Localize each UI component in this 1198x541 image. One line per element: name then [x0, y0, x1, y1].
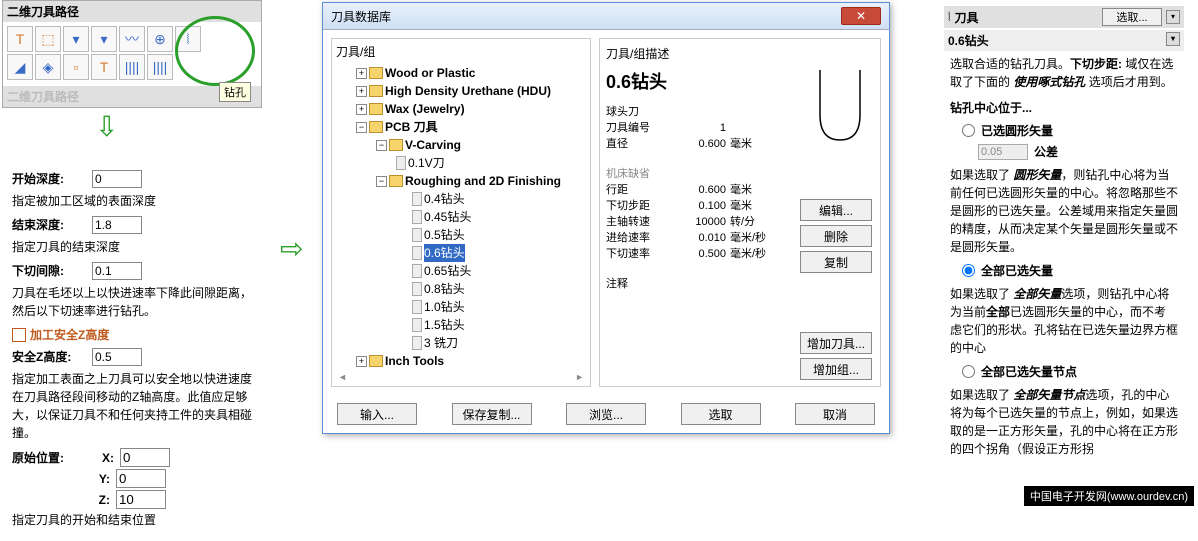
select-button[interactable]: 选取 — [681, 403, 761, 425]
radio-all-vectors[interactable] — [962, 264, 975, 277]
tool-btn-10[interactable]: ▫ — [63, 54, 89, 80]
safez-desc: 指定加工表面之上刀具可以安全地以快进速度在刀具路径段间移动的Z轴高度。此值应足够… — [12, 370, 252, 442]
current-tool-name: 0.6钻头 ▾ — [944, 30, 1184, 51]
import-button[interactable]: 输入... — [337, 403, 417, 425]
arrow-right-icon: ⇨ — [280, 232, 303, 265]
start-depth-desc: 指定被加工区域的表面深度 — [12, 192, 252, 210]
dropdown-icon[interactable]: ▾ — [1166, 32, 1180, 46]
end-depth-label: 结束深度: — [12, 216, 92, 234]
tool-intro-text: 选取合适的钻孔刀具。下切步距: 域仅在选取了下面的 使用啄式钻孔 选项后才用到。 — [944, 51, 1184, 95]
save-copy-button[interactable]: 保存复制... — [452, 403, 532, 425]
dialog-title: 刀具数据库 — [331, 8, 391, 25]
home-label: 原始位置: — [12, 449, 102, 467]
delete-button[interactable]: 删除 — [800, 225, 872, 247]
add-tool-button[interactable]: 增加刀具... — [800, 332, 872, 354]
dialog-button-row: 输入... 保存复制... 浏览... 选取 取消 — [323, 395, 889, 433]
tolerance-input — [978, 144, 1028, 160]
peck-desc: 刀具在毛坯以上以快进速率下降此间隙距离，然后以下切速率进行钻孔。 — [12, 284, 252, 320]
safez-icon — [12, 328, 26, 342]
desc-label: 刀具/组描述 — [606, 45, 874, 62]
center-header: 钻孔中心位于... — [944, 95, 1184, 120]
end-depth-desc: 指定刀具的结束深度 — [12, 238, 252, 256]
tool-btn-6[interactable]: ⊕ — [147, 26, 173, 52]
radio-circle-vectors[interactable] — [962, 124, 975, 137]
tool-btn-1[interactable]: T — [7, 26, 33, 52]
r2-desc: 如果选取了 全部矢量选项，则钻孔中心将为当前全部已选圆形矢量的中心，而不考虑它们… — [944, 281, 1184, 361]
tool-desc-group: 刀具/组描述 0.6钻头 球头刀 刀具编号1 直径0.600毫米 机床缺省 行距… — [599, 38, 881, 387]
drill-tooltip: 钻孔 — [219, 82, 251, 102]
tool-database-dialog: 刀具数据库 ✕ 刀具/组 +Wood or Plastic +High Dens… — [322, 2, 890, 434]
safez-section-header: 加工安全Z高度 — [12, 326, 252, 344]
browse-button[interactable]: 浏览... — [566, 403, 646, 425]
dialog-titlebar: 刀具数据库 ✕ — [323, 3, 889, 30]
toolbar-area: T ⬚ ▾ ▾ 〰 ⊕ ⦚ ◢ ◈ ▫ T |||| |||| 钻孔 — [3, 22, 261, 86]
tool-profile-icon — [810, 65, 870, 145]
r1-desc: 如果选取了 圆形矢量，则钻孔中心将为当前任何已选圆形矢量的中心。将忽略那些不是圆… — [944, 162, 1184, 260]
start-depth-input[interactable] — [92, 170, 142, 188]
peck-input[interactable] — [92, 262, 142, 280]
cancel-button[interactable]: 取消 — [795, 403, 875, 425]
start-depth-label: 开始深度: — [12, 170, 92, 188]
tree-selected: 0.6钻头 — [424, 244, 465, 262]
tool-btn-3[interactable]: ▾ — [63, 26, 89, 52]
home-desc: 指定刀具的开始和结束位置 — [12, 511, 252, 529]
panel-title: 二维刀具路径 — [3, 1, 261, 22]
watermark: 中国电子开发网(www.ourdev.cn) — [1024, 486, 1194, 506]
dropdown-icon[interactable]: ▾ — [1166, 10, 1180, 24]
tool-btn-2[interactable]: ⬚ — [35, 26, 61, 52]
end-depth-input[interactable] — [92, 216, 142, 234]
tool-btn-11[interactable]: T — [91, 54, 117, 80]
drill-button[interactable]: ⦚ — [175, 26, 201, 52]
tree-hscroll[interactable]: ◄► — [336, 372, 586, 382]
drill-bit-icon: ⦚ — [948, 10, 951, 25]
home-z-input[interactable] — [116, 490, 166, 509]
peck-label: 下切间隙: — [12, 262, 92, 280]
add-group-button[interactable]: 增加组... — [800, 358, 872, 380]
tool-btn-9[interactable]: ◈ — [35, 54, 61, 80]
home-x-input[interactable] — [120, 448, 170, 467]
x-label: X: — [102, 449, 120, 467]
tool-btn-4[interactable]: ▾ — [91, 26, 117, 52]
drill-options-panel: 开始深度: 指定被加工区域的表面深度 结束深度: 指定刀具的结束深度 下切间隙:… — [2, 160, 262, 541]
toolpath-2d-panel: 二维刀具路径 T ⬚ ▾ ▾ 〰 ⊕ ⦚ ◢ ◈ ▫ T |||| |||| 钻… — [2, 0, 262, 108]
r3-desc: 如果选取了 全部矢量节点选项，孔的中心将为每个已选矢量的节点上，例如，如果选取的… — [944, 382, 1184, 462]
tool-btn-5[interactable]: 〰 — [119, 26, 145, 52]
home-y-input[interactable] — [116, 469, 166, 488]
tool-side-panel: ⦚ 刀具 选取... ▾ 0.6钻头 ▾ 选取合适的钻孔刀具。下切步距: 域仅在… — [940, 2, 1188, 466]
select-tool-button[interactable]: 选取... — [1102, 8, 1162, 26]
tool-tree[interactable]: +Wood or Plastic +High Density Urethane … — [336, 64, 586, 370]
z-label: Z: — [12, 491, 116, 509]
panel-title: 刀具 — [955, 9, 1098, 26]
tree-label: 刀具/组 — [336, 43, 586, 60]
y-label: Y: — [12, 470, 116, 488]
tool-btn-8[interactable]: ◢ — [7, 54, 33, 80]
safez-input[interactable] — [92, 348, 142, 366]
tool-btn-13[interactable]: |||| — [147, 54, 173, 80]
tool-btn-12[interactable]: |||| — [119, 54, 145, 80]
radio-all-nodes[interactable] — [962, 365, 975, 378]
close-icon[interactable]: ✕ — [841, 7, 881, 25]
safez-label: 安全Z高度: — [12, 348, 92, 366]
arrow-down-icon: ⇩ — [95, 110, 118, 143]
tool-tree-group: 刀具/组 +Wood or Plastic +High Density Uret… — [331, 38, 591, 387]
edit-button[interactable]: 编辑... — [800, 199, 872, 221]
copy-button[interactable]: 复制 — [800, 251, 872, 273]
